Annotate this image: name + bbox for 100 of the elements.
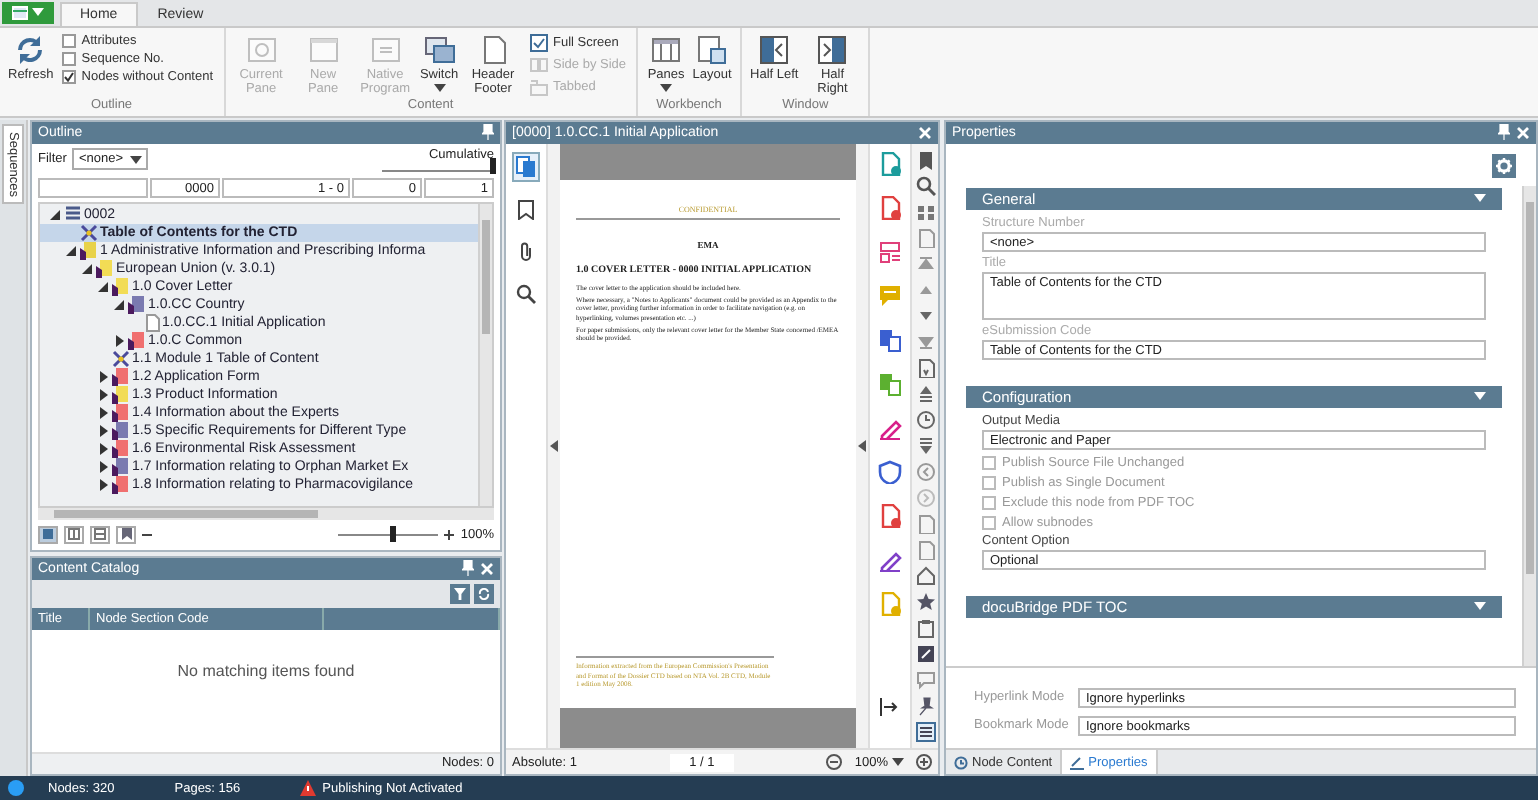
sidebar-tool-button[interactable] xyxy=(512,279,540,308)
settings-button[interactable] xyxy=(1492,153,1516,178)
minus-icon[interactable] xyxy=(142,529,152,540)
scrollbar[interactable] xyxy=(1522,185,1536,667)
expand-arrow-icon[interactable] xyxy=(96,441,110,456)
checkbox[interactable] xyxy=(61,51,76,66)
caret-icon xyxy=(1474,602,1486,611)
expand-arrow-icon[interactable] xyxy=(96,459,110,474)
document-icon[interactable] xyxy=(878,195,902,220)
back-icon[interactable] xyxy=(915,461,935,482)
plus-icon[interactable] xyxy=(444,529,455,540)
properties-icon xyxy=(1070,755,1085,770)
up-arrow-icon[interactable] xyxy=(915,383,935,404)
grid-icon[interactable] xyxy=(915,201,935,222)
window-icon xyxy=(369,33,402,66)
checkbox[interactable] xyxy=(61,33,76,48)
half-left-window-icon xyxy=(758,33,791,66)
toc-icon xyxy=(80,223,98,242)
tabs-icon xyxy=(529,77,548,96)
page-icon[interactable] xyxy=(915,227,935,248)
window-icon[interactable] xyxy=(915,643,935,664)
close-icon[interactable] xyxy=(480,561,494,576)
toc-icon xyxy=(112,349,130,368)
paperclip-icon xyxy=(518,241,534,262)
star-icon[interactable] xyxy=(915,591,935,612)
page-icon[interactable] xyxy=(915,513,935,534)
shield-icon[interactable] xyxy=(878,459,902,484)
columns-icon xyxy=(68,528,80,541)
page-icon[interactable] xyxy=(915,539,935,560)
scrollbar[interactable] xyxy=(478,203,492,506)
pin-icon[interactable] xyxy=(915,695,935,716)
window-icon xyxy=(12,5,28,20)
collapse-arrow-icon[interactable] xyxy=(64,243,78,258)
page-icon[interactable] xyxy=(915,357,935,378)
list-icon[interactable] xyxy=(915,721,935,742)
clipboard-icon[interactable] xyxy=(915,617,935,638)
checkbox[interactable] xyxy=(61,69,76,84)
collapse-arrow-icon[interactable] xyxy=(48,207,62,222)
checkmark-icon xyxy=(63,71,74,82)
pdf-icon[interactable] xyxy=(878,503,902,528)
windows-icon xyxy=(423,33,456,66)
sidebar-tool-button[interactable] xyxy=(512,151,540,182)
view-button[interactable] xyxy=(38,525,58,544)
caret-icon xyxy=(1474,194,1486,203)
cumulative-slider[interactable] xyxy=(382,163,494,172)
close-icon[interactable] xyxy=(1516,125,1530,140)
single-view-icon xyxy=(42,528,54,541)
pages-icon[interactable] xyxy=(878,371,902,396)
input-field[interactable] xyxy=(38,177,148,198)
clock-icon[interactable] xyxy=(915,409,935,430)
pen-icon[interactable] xyxy=(878,547,902,572)
window-icon xyxy=(245,33,278,66)
caret-icon xyxy=(129,155,142,164)
left-arrow-icon[interactable] xyxy=(550,439,558,452)
document-icon xyxy=(144,313,160,332)
caret-icon xyxy=(1474,392,1486,401)
zoom-in-icon[interactable] xyxy=(916,754,932,771)
pen-icon[interactable] xyxy=(878,415,902,440)
exit-icon[interactable] xyxy=(880,698,900,717)
collapse-arrow-icon[interactable] xyxy=(112,297,126,312)
stack-icon xyxy=(64,206,82,223)
side-by-side-icon xyxy=(529,55,548,74)
view-button[interactable] xyxy=(64,525,84,544)
left-arrow-icon[interactable] xyxy=(858,439,866,452)
caret-icon xyxy=(32,8,44,17)
expand-arrow-icon[interactable] xyxy=(96,423,110,438)
close-icon[interactable] xyxy=(918,125,932,140)
bookmark-button[interactable] xyxy=(116,525,136,544)
status-dot-icon xyxy=(8,780,24,797)
copy-icon xyxy=(516,155,536,178)
first-page-icon[interactable] xyxy=(915,253,935,274)
refresh-button[interactable] xyxy=(474,583,494,604)
expand-arrow-icon[interactable] xyxy=(112,333,126,348)
expand-arrow-icon[interactable] xyxy=(96,477,110,492)
collapse-arrow-icon[interactable] xyxy=(96,279,110,294)
bookmark-icon[interactable] xyxy=(915,149,935,170)
filter-icon xyxy=(454,587,466,600)
collapse-arrow-icon[interactable] xyxy=(80,261,94,276)
last-page-icon[interactable] xyxy=(915,331,935,352)
view-button[interactable] xyxy=(90,525,110,544)
filter-button[interactable] xyxy=(450,583,470,604)
sidebar-tool-button[interactable] xyxy=(514,195,538,224)
rows-icon xyxy=(94,528,106,541)
bookmark-icon xyxy=(121,528,131,541)
empty-message: No matching items found xyxy=(177,661,355,680)
application-menu-button[interactable] xyxy=(2,1,54,24)
layout-icon xyxy=(696,33,729,66)
pages-icon[interactable] xyxy=(878,327,902,352)
form-icon[interactable] xyxy=(878,239,902,264)
expand-arrow-icon[interactable] xyxy=(96,369,110,384)
down-arrow-icon[interactable] xyxy=(915,435,935,456)
expand-arrow-icon[interactable] xyxy=(96,387,110,402)
expand-arrow-icon[interactable] xyxy=(96,405,110,420)
caret-icon xyxy=(892,758,904,767)
settings-icon xyxy=(1496,157,1512,174)
document-icon[interactable] xyxy=(878,151,902,176)
home-icon[interactable] xyxy=(915,565,935,586)
half-right-window-icon xyxy=(816,33,849,66)
search-icon[interactable] xyxy=(915,175,935,196)
zoom-out-icon[interactable] xyxy=(826,754,843,771)
